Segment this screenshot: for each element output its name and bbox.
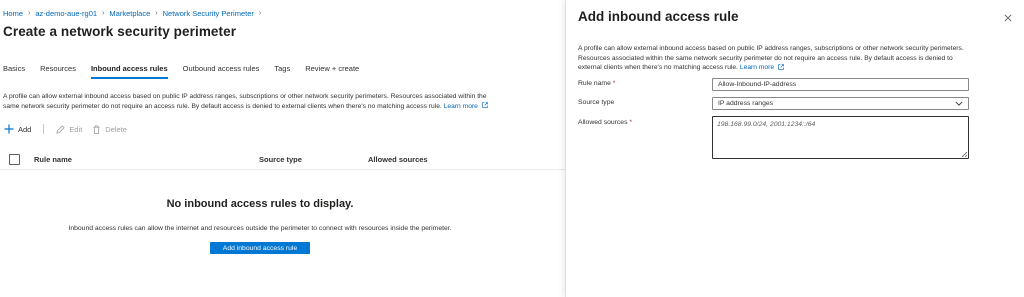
add-label: Add bbox=[18, 124, 32, 134]
source-type-select[interactable]: IP address ranges bbox=[712, 97, 969, 110]
tab-inbound-access-rules[interactable]: Inbound access rules bbox=[90, 64, 168, 79]
chevron-right-icon: › bbox=[258, 10, 262, 17]
external-link-icon bbox=[778, 63, 784, 70]
tab-review-create[interactable]: Review + create bbox=[305, 64, 359, 79]
source-type-label: Source type bbox=[578, 99, 615, 106]
chevron-down-icon bbox=[955, 101, 963, 106]
source-type-value: IP address ranges bbox=[718, 100, 774, 107]
panel-title: Add inbound access rule bbox=[578, 9, 739, 24]
column-rule-name[interactable]: Rule name bbox=[34, 155, 72, 164]
add-button[interactable]: Add bbox=[4, 124, 31, 134]
allowed-sources-textarea[interactable]: 198.168.99.0/24, 2001:1234::/64 bbox=[712, 116, 969, 159]
empty-state-title: No inbound access rules to display. bbox=[166, 198, 354, 210]
allowed-sources-label: Allowed sources * bbox=[578, 119, 633, 126]
learn-more-link[interactable]: Learn more bbox=[444, 102, 488, 110]
breadcrumb: Home › az-demo-aue-rg01 › Marketplace › … bbox=[3, 9, 266, 18]
toolbar: Add Edit Delete bbox=[4, 124, 137, 134]
main-pane: Home › az-demo-aue-rg01 › Marketplace › … bbox=[0, 0, 565, 297]
select-all-checkbox[interactable] bbox=[9, 154, 20, 165]
panel-learn-more-link[interactable]: Learn more bbox=[740, 63, 784, 71]
inbound-description: A profile can allow external inbound acc… bbox=[3, 92, 503, 111]
delete-button[interactable]: Delete bbox=[92, 125, 127, 134]
description-text: A profile can allow external inbound acc… bbox=[3, 93, 487, 110]
rule-name-input[interactable]: Allow-Inbound-IP-address bbox=[712, 78, 969, 91]
page-title: Create a network security perimeter bbox=[3, 24, 237, 39]
tab-tags[interactable]: Tags bbox=[274, 64, 290, 79]
close-icon[interactable] bbox=[1002, 12, 1014, 24]
rule-name-label: Rule name * bbox=[578, 80, 616, 87]
pencil-icon bbox=[56, 124, 66, 134]
breadcrumb-home[interactable]: Home bbox=[3, 9, 23, 18]
tab-basics[interactable]: Basics bbox=[3, 64, 25, 79]
breadcrumb-marketplace[interactable]: Marketplace bbox=[109, 9, 150, 18]
resize-handle-icon[interactable] bbox=[961, 151, 967, 157]
column-source-type[interactable]: Source type bbox=[259, 155, 302, 164]
add-inbound-access-rule-button[interactable]: Add inbound access rule bbox=[210, 242, 310, 254]
chevron-right-icon: › bbox=[102, 10, 105, 17]
edit-button[interactable]: Edit bbox=[56, 125, 82, 134]
toolbar-divider bbox=[43, 124, 45, 134]
table-header: Rule name Source type Allowed sources bbox=[0, 150, 565, 170]
add-inbound-rule-panel: Add inbound access rule A profile can al… bbox=[565, 0, 1024, 297]
chevron-right-icon: › bbox=[155, 10, 158, 17]
delete-label: Delete bbox=[105, 124, 127, 134]
panel-description: A profile can allow external inbound acc… bbox=[578, 44, 972, 73]
edit-label: Edit bbox=[69, 124, 83, 134]
chevron-right-icon: › bbox=[28, 10, 31, 17]
plus-icon bbox=[4, 124, 14, 134]
tab-outbound-access-rules[interactable]: Outbound access rules bbox=[183, 64, 260, 79]
tab-resources[interactable]: Resources bbox=[40, 64, 76, 79]
allowed-sources-placeholder: 198.168.99.0/24, 2001:1234::/64 bbox=[717, 121, 816, 128]
tab-bar: Basics Resources Inbound access rules Ou… bbox=[3, 64, 374, 79]
empty-state-subtitle: Inbound access rules can allow the inter… bbox=[68, 225, 452, 232]
external-link-icon bbox=[481, 102, 488, 108]
breadcrumb-resource-group[interactable]: az-demo-aue-rg01 bbox=[35, 9, 97, 18]
trash-icon bbox=[93, 124, 100, 134]
breadcrumb-nsp[interactable]: Network Security Perimeter bbox=[163, 9, 254, 18]
column-allowed-sources[interactable]: Allowed sources bbox=[368, 155, 428, 164]
more-options-icon[interactable]: ··· bbox=[224, 27, 236, 37]
